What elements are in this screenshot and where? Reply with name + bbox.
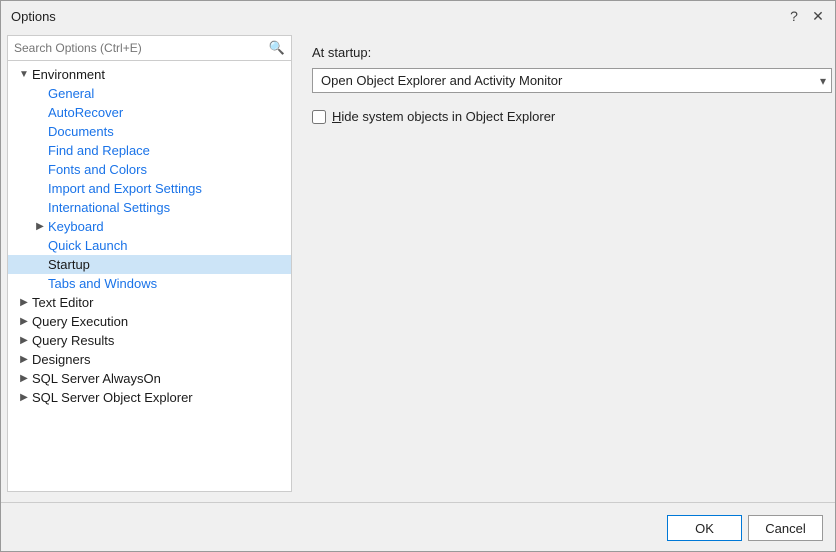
tree-item-tabs-windows[interactable]: Tabs and Windows (8, 274, 291, 293)
tree-label-startup: Startup (48, 257, 90, 272)
help-button[interactable]: ? (785, 7, 803, 25)
options-tree: ▼ Environment General AutoRecover Docume… (8, 61, 291, 491)
tree-item-general[interactable]: General (8, 84, 291, 103)
tree-item-query-execution[interactable]: ▶ Query Execution (8, 312, 291, 331)
tree-item-sql-object-explorer[interactable]: ▶ SQL Server Object Explorer (8, 388, 291, 407)
title-bar: Options ? ✕ (1, 1, 835, 29)
tree-label-environment: Environment (32, 67, 105, 82)
tree-label-tabs-windows: Tabs and Windows (48, 276, 157, 291)
tree-item-environment[interactable]: ▼ Environment (8, 65, 291, 84)
tree-item-documents[interactable]: Documents (8, 122, 291, 141)
cancel-button[interactable]: Cancel (748, 515, 823, 541)
tree-label-fonts-colors: Fonts and Colors (48, 162, 147, 177)
expander-sql-object-explorer: ▶ (16, 392, 32, 403)
tree-item-keyboard[interactable]: ▶ Keyboard (8, 217, 291, 236)
hide-system-objects-label: Hide system objects in Object Explorer (332, 109, 555, 124)
tree-label-quick-launch: Quick Launch (48, 238, 128, 253)
expander-sql-always-on: ▶ (16, 373, 32, 384)
dialog-title: Options (11, 9, 56, 24)
tree-label-query-results: Query Results (32, 333, 114, 348)
startup-dropdown[interactable]: Open Object Explorer and Activity Monito… (312, 68, 832, 93)
tree-label-documents: Documents (48, 124, 114, 139)
tree-label-autorecover: AutoRecover (48, 105, 123, 120)
expander-text-editor: ▶ (16, 297, 32, 308)
search-input[interactable] (14, 41, 269, 55)
hide-system-objects-checkbox[interactable] (312, 110, 326, 124)
search-icon: 🔍 (269, 40, 285, 56)
tree-label-designers: Designers (32, 352, 91, 367)
tree-label-sql-object-explorer: SQL Server Object Explorer (32, 390, 193, 405)
tree-item-text-editor[interactable]: ▶ Text Editor (8, 293, 291, 312)
tree-item-international[interactable]: International Settings (8, 198, 291, 217)
close-button[interactable]: ✕ (809, 7, 827, 25)
expander-environment: ▼ (16, 69, 32, 80)
tree-label-find-replace: Find and Replace (48, 143, 150, 158)
tree-label-keyboard: Keyboard (48, 219, 104, 234)
dialog-body: 🔍 ▼ Environment General AutoRecover (1, 29, 835, 498)
ok-button[interactable]: OK (667, 515, 742, 541)
right-panel: At startup: Open Object Explorer and Act… (292, 29, 835, 498)
tree-label-international: International Settings (48, 200, 170, 215)
tree-item-sql-always-on[interactable]: ▶ SQL Server AlwaysOn (8, 369, 291, 388)
checkbox-row: Hide system objects in Object Explorer (312, 109, 832, 124)
at-startup-label: At startup: (312, 45, 832, 60)
tree-label-sql-always-on: SQL Server AlwaysOn (32, 371, 161, 386)
tree-item-query-results[interactable]: ▶ Query Results (8, 331, 291, 350)
expander-query-execution: ▶ (16, 316, 32, 327)
tree-label-general: General (48, 86, 94, 101)
tree-label-import-export: Import and Export Settings (48, 181, 202, 196)
footer-divider (1, 502, 835, 503)
tree-label-text-editor: Text Editor (32, 295, 93, 310)
dropdown-wrapper: Open Object Explorer and Activity Monito… (312, 68, 832, 93)
tree-item-find-and-replace[interactable]: Find and Replace (8, 141, 291, 160)
tree-item-quick-launch[interactable]: Quick Launch (8, 236, 291, 255)
tree-label-query-execution: Query Execution (32, 314, 128, 329)
tree-item-autorecover[interactable]: AutoRecover (8, 103, 291, 122)
options-dialog: Options ? ✕ 🔍 ▼ Environment General (0, 0, 836, 552)
tree-item-startup[interactable]: Startup (8, 255, 291, 274)
search-box[interactable]: 🔍 (8, 36, 291, 61)
tree-item-import-export[interactable]: Import and Export Settings (8, 179, 291, 198)
expander-query-results: ▶ (16, 335, 32, 346)
expander-designers: ▶ (16, 354, 32, 365)
title-controls: ? ✕ (785, 7, 827, 25)
expander-keyboard: ▶ (32, 221, 48, 232)
tree-item-fonts-and-colors[interactable]: Fonts and Colors (8, 160, 291, 179)
left-panel: 🔍 ▼ Environment General AutoRecover (7, 35, 292, 492)
tree-item-designers[interactable]: ▶ Designers (8, 350, 291, 369)
dialog-footer: OK Cancel (1, 507, 835, 551)
